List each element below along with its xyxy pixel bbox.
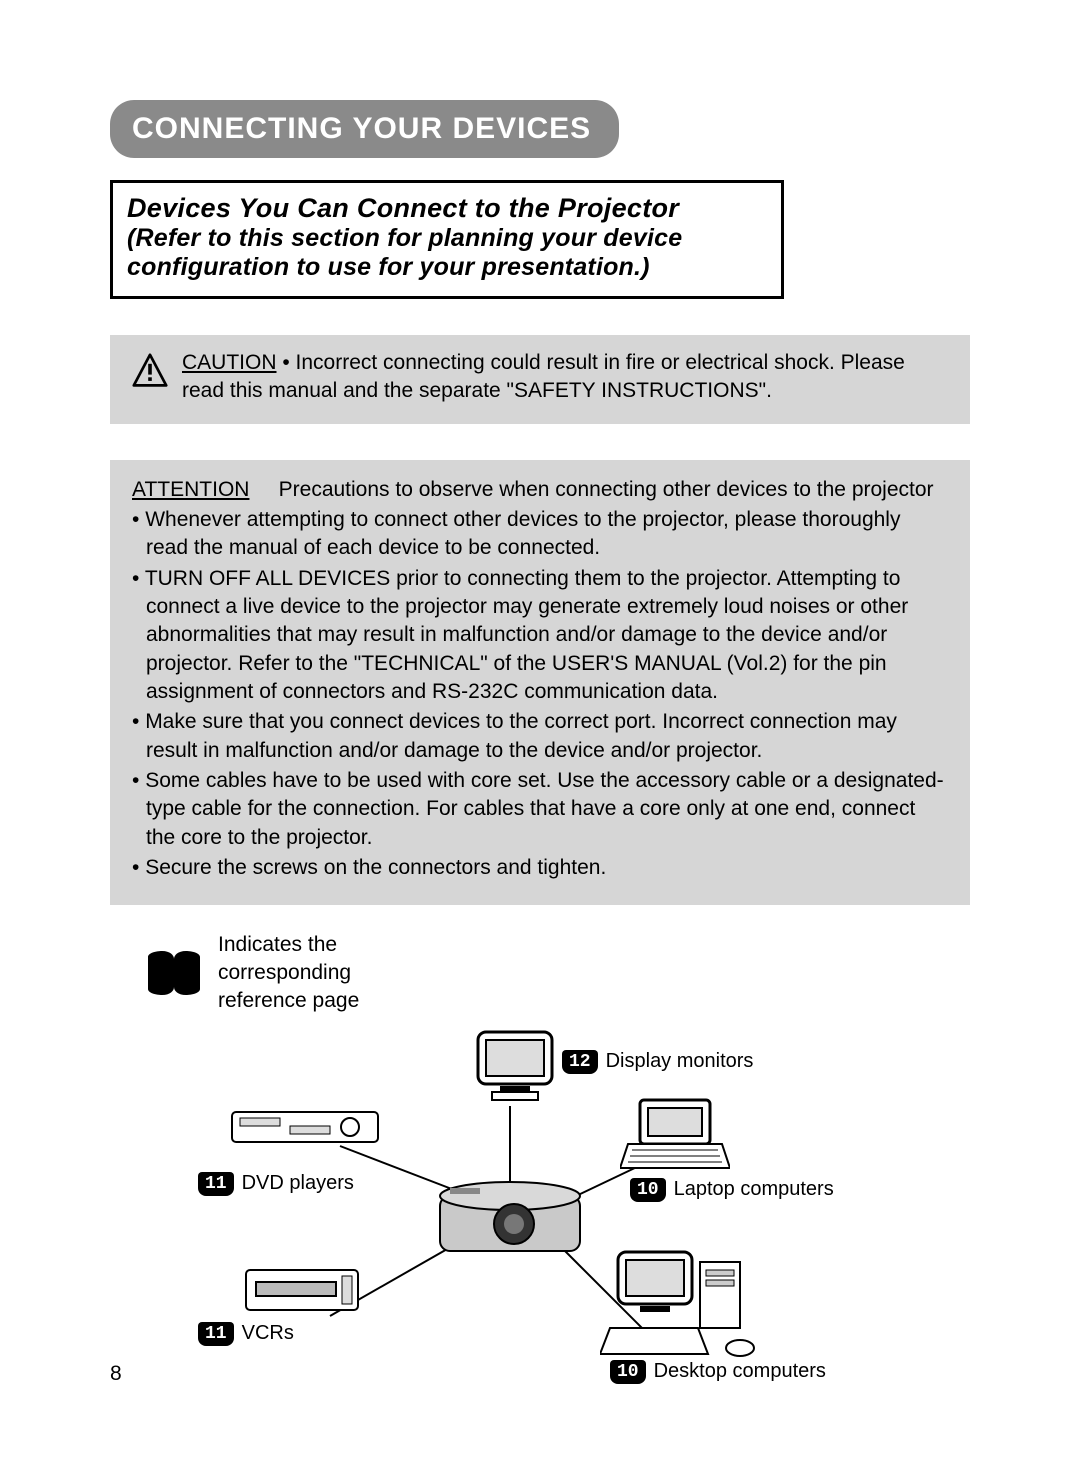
page-ref-badge: 10	[610, 1360, 646, 1384]
attention-bullet: Secure the screws on the connectors and …	[146, 854, 948, 882]
page-ref-badge: 11	[198, 1322, 234, 1346]
legend-text: Indicates the corresponding reference pa…	[218, 931, 418, 1016]
book-icon	[146, 949, 202, 997]
caution-body: • Incorrect connecting could result in f…	[182, 351, 905, 402]
subheading-box: Devices You Can Connect to the Projector…	[110, 180, 784, 299]
display-monitor-icon	[470, 1026, 560, 1106]
desktop-computer-icon	[600, 1246, 760, 1366]
page-ref-badge: 12	[562, 1050, 598, 1074]
display-monitors-label: 12 Display monitors	[562, 1050, 753, 1074]
subheading-line-2: (Refer to this section for planning your…	[127, 224, 767, 282]
manual-page: CONNECTING YOUR DEVICES Devices You Can …	[0, 0, 1080, 1484]
warning-triangle-icon	[132, 353, 168, 389]
section-title-badge: CONNECTING YOUR DEVICES	[110, 100, 619, 158]
attention-bullets: Whenever attempting to connect other dev…	[132, 506, 948, 882]
page-number: 8	[110, 1362, 122, 1386]
caution-label: CAUTION	[182, 351, 277, 374]
attention-bullet: Whenever attempting to connect other dev…	[146, 506, 948, 563]
laptop-icon	[620, 1096, 730, 1176]
vcr-icon	[242, 1262, 362, 1322]
laptop-computers-label: 10 Laptop computers	[630, 1178, 834, 1202]
attention-bullet: TURN OFF ALL DEVICES prior to connecting…	[146, 565, 948, 707]
projector-icon	[430, 1166, 590, 1266]
connection-diagram: 12 Display monitors 11 DVD players 11 VC…	[110, 1016, 970, 1456]
caution-text: CAUTION • Incorrect connecting could res…	[182, 349, 948, 406]
dvd-players-label: 11 DVD players	[198, 1172, 354, 1196]
attention-bullet: Some cables have to be used with core se…	[146, 767, 948, 852]
attention-intro: Precautions to observe when connecting o…	[279, 478, 934, 501]
dvd-players-text: DVD players	[242, 1172, 354, 1195]
laptop-computers-text: Laptop computers	[674, 1178, 834, 1201]
attention-box: ATTENTION Precautions to observe when co…	[110, 460, 970, 905]
page-ref-badge: 10	[630, 1178, 666, 1202]
desktop-computers-text: Desktop computers	[654, 1360, 826, 1383]
display-monitors-text: Display monitors	[606, 1050, 754, 1073]
dvd-player-icon	[230, 1102, 380, 1150]
vcrs-label: 11 VCRs	[198, 1322, 294, 1346]
attention-label: ATTENTION	[132, 478, 249, 501]
vcrs-text: VCRs	[242, 1322, 294, 1345]
desktop-computers-label: 10 Desktop computers	[610, 1360, 826, 1384]
attention-header-row: ATTENTION Precautions to observe when co…	[132, 476, 948, 504]
attention-bullet: Make sure that you connect devices to th…	[146, 708, 948, 765]
caution-box: CAUTION • Incorrect connecting could res…	[110, 335, 970, 424]
page-reference-legend: Indicates the corresponding reference pa…	[146, 931, 970, 1016]
page-ref-badge: 11	[198, 1172, 234, 1196]
subheading-line-1: Devices You Can Connect to the Projector	[127, 193, 767, 224]
